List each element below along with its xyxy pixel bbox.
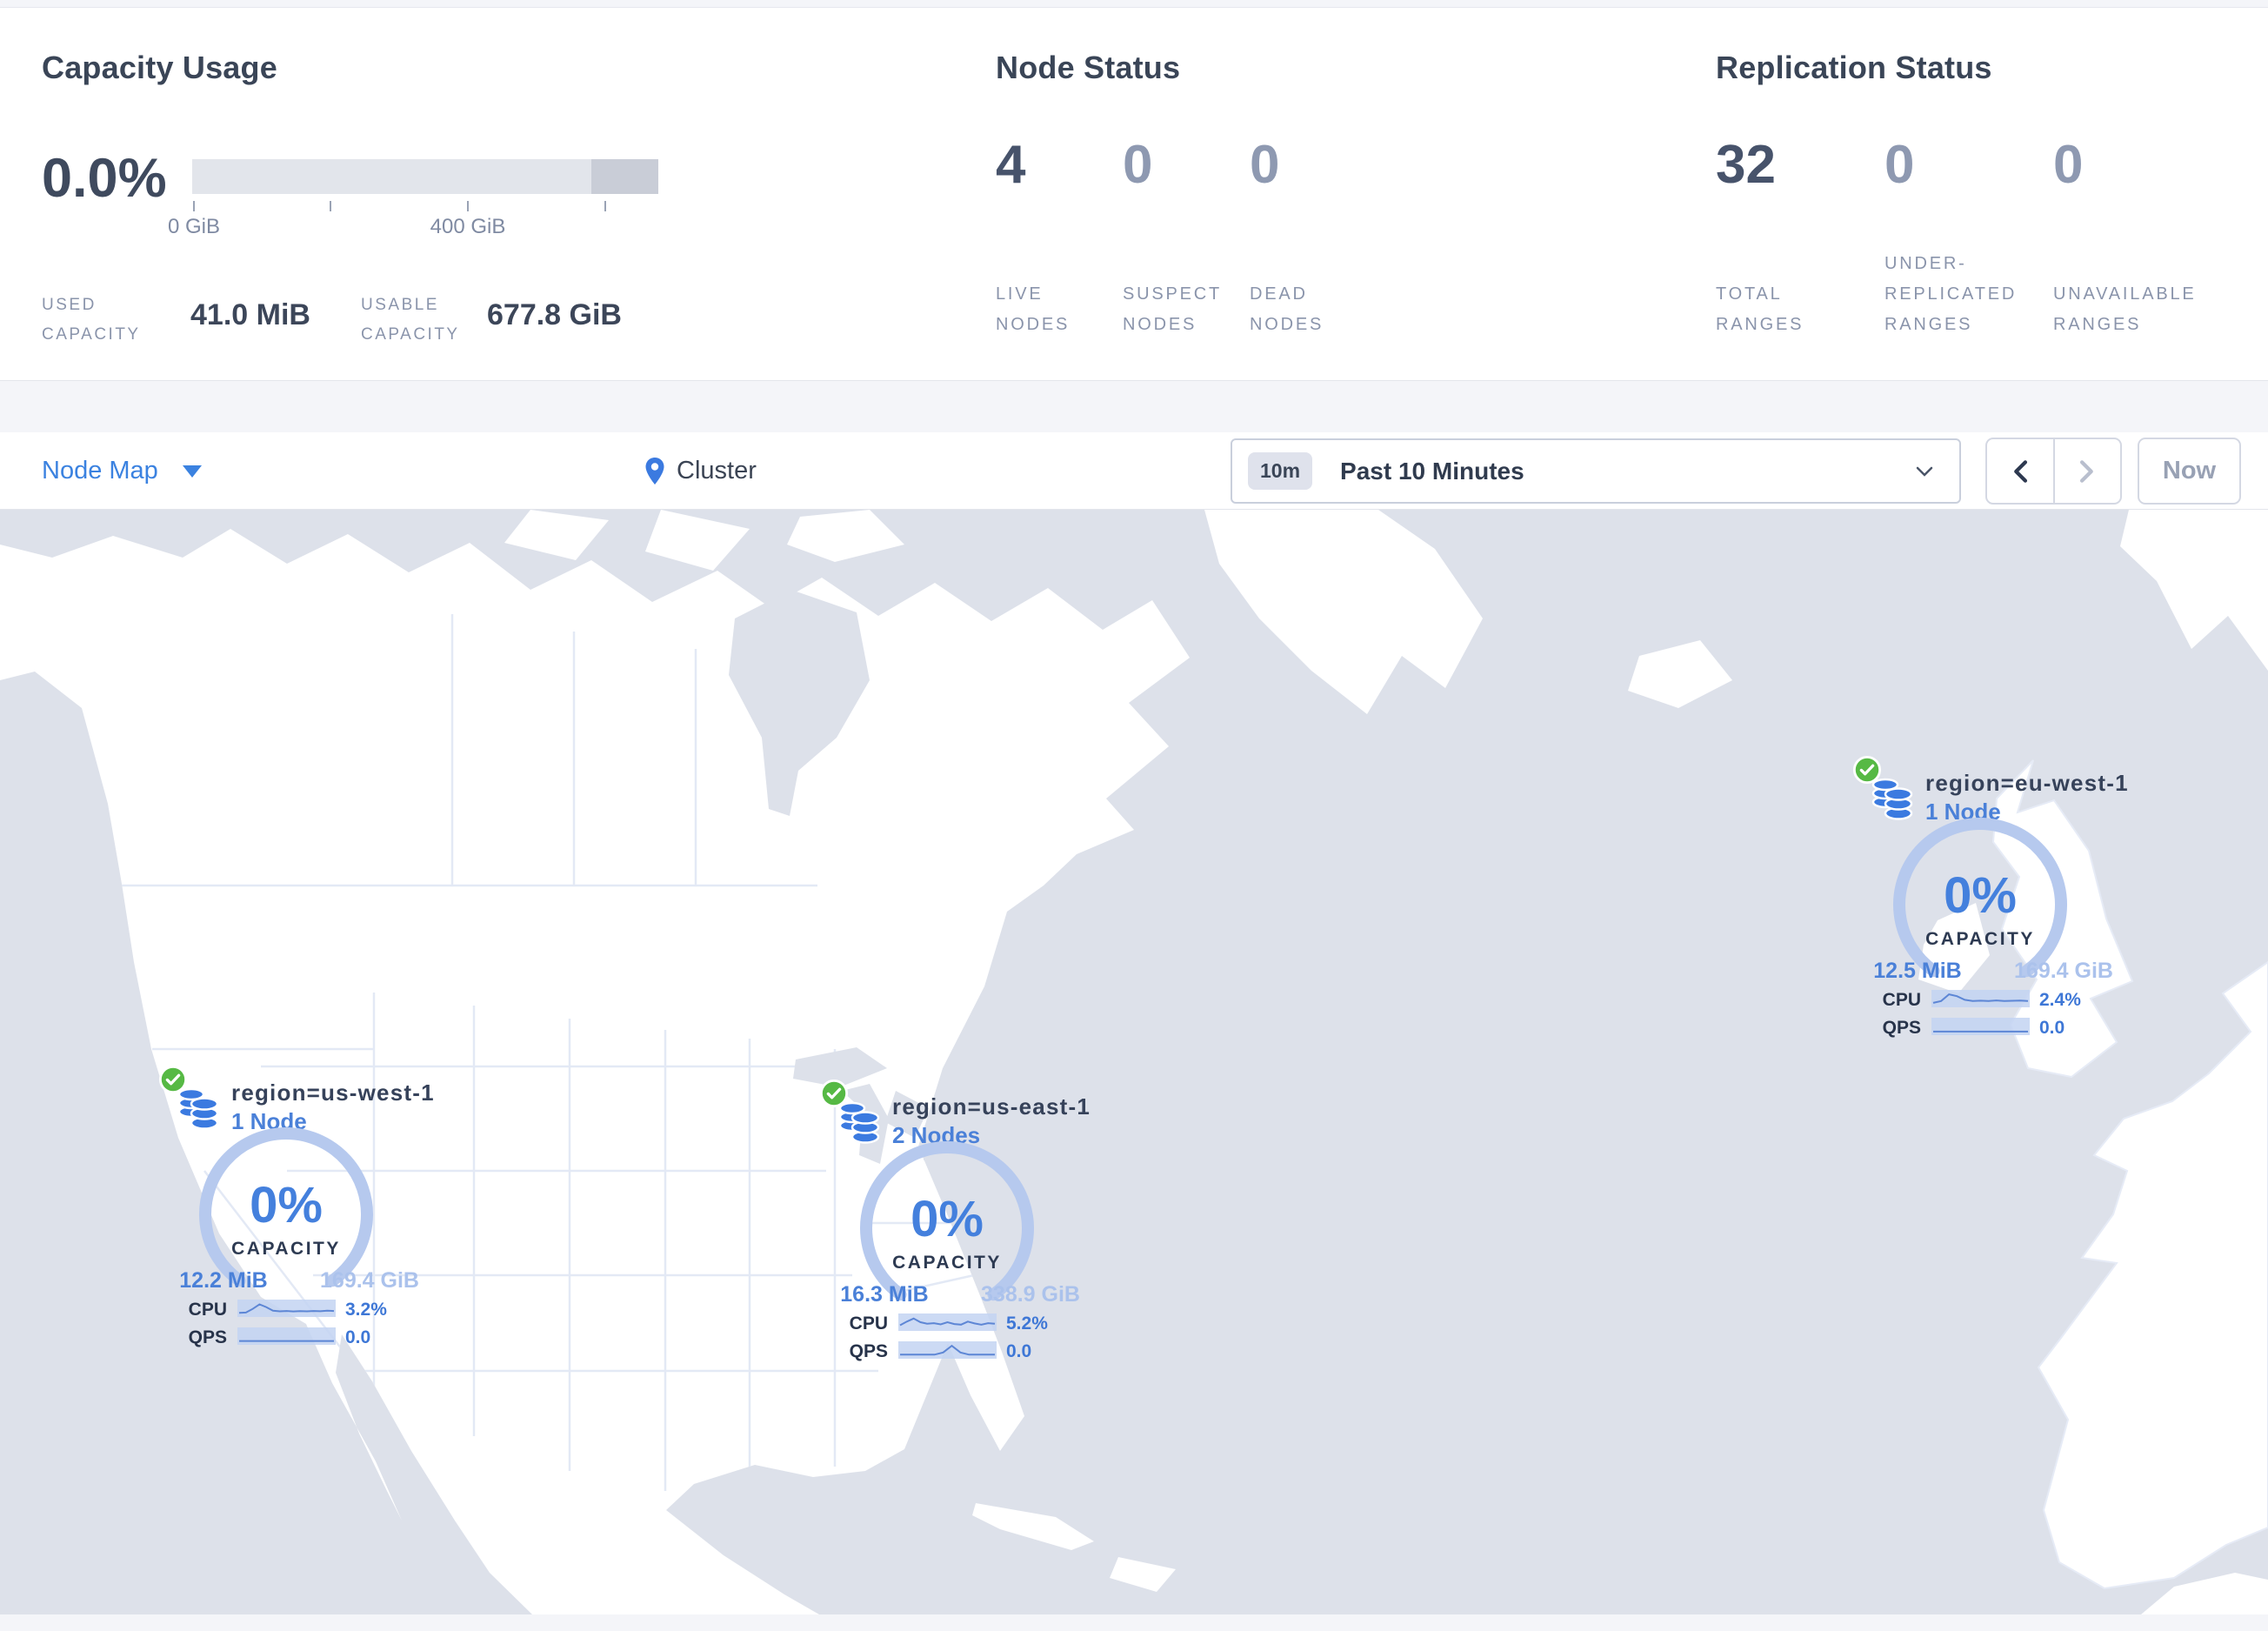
time-range-label: Past 10 Minutes (1340, 457, 1524, 485)
region-label: region=us-west-1 (231, 1080, 435, 1106)
breadcrumb[interactable]: Cluster (644, 432, 757, 510)
cpu-sparkline (1931, 990, 2030, 1007)
dead-nodes-stat: 0 DEAD NODES (1250, 135, 1324, 335)
region-marker[interactable]: region=eu-west-1 1 Node 0% CAPACITY 12.5… (1841, 748, 2137, 1038)
capacity-used-percent: 0.0% (42, 148, 167, 209)
time-range-dropdown[interactable]: 10m Past 10 Minutes (1231, 438, 1961, 504)
qps-label: QPS (1882, 1018, 1921, 1038)
chevron-right-icon (2080, 459, 2094, 483)
replication-status-title: Replication Status (1716, 50, 1992, 85)
qps-sparkline (237, 1327, 336, 1345)
capacity-usage-title: Capacity Usage (42, 50, 277, 85)
time-back-button[interactable] (1987, 439, 2053, 503)
node-status-title: Node Status (996, 50, 1181, 85)
capacity-axis-tick (193, 201, 195, 211)
cpu-value: 2.4% (2039, 990, 2081, 1010)
time-forward-button[interactable] (2052, 439, 2121, 503)
node-map[interactable]: region=us-west-1 1 Node 0% CAPACITY 12.2… (0, 510, 2268, 1614)
chevron-down-icon (182, 465, 202, 478)
cpu-value: 5.2% (1006, 1313, 1048, 1334)
capacity-bar-nonusable-segment (591, 159, 658, 194)
cpu-value: 3.2% (345, 1300, 387, 1320)
cluster-summary-panel: Capacity Usage 0.0% 0 GiB 400 GiB USED CA… (0, 7, 2268, 381)
map-pin-icon (645, 457, 664, 485)
used-capacity-value: 41.0 MiB (190, 298, 310, 331)
capacity-axis-label: 0 GiB (167, 215, 221, 238)
chevron-down-icon (1916, 466, 1933, 477)
cpu-sparkline (898, 1313, 997, 1331)
cpu-sparkline (237, 1300, 336, 1317)
capacity-axis-tick (604, 201, 606, 211)
region-label: region=us-east-1 (892, 1093, 1091, 1120)
region-marker[interactable]: region=us-west-1 1 Node 0% CAPACITY 12.2… (147, 1058, 443, 1347)
region-total-capacity: 169.4 GiB (2014, 959, 2113, 983)
usable-capacity-value: 677.8 GiB (487, 298, 622, 331)
region-capacity-percent: 0% (250, 1177, 323, 1233)
map-toolbar: Node Map Cluster 10m Past 10 Minutes Now (0, 432, 2268, 510)
capacity-axis-label: 400 GiB (430, 215, 506, 238)
region-capacity-label: CAPACITY (231, 1239, 341, 1259)
region-capacity-percent: 0% (1944, 867, 2017, 924)
qps-label: QPS (188, 1327, 227, 1347)
region-used-capacity: 12.2 MiB (179, 1268, 268, 1293)
usable-capacity-label: USABLE CAPACITY (361, 296, 460, 344)
chevron-left-icon (2013, 459, 2027, 483)
region-used-capacity: 16.3 MiB (840, 1282, 929, 1307)
qps-value: 0.0 (345, 1327, 371, 1347)
region-total-capacity: 338.9 GiB (981, 1282, 1080, 1307)
qps-sparkline (898, 1341, 997, 1359)
region-used-capacity: 12.5 MiB (1873, 959, 1962, 983)
capacity-axis-tick (330, 201, 331, 211)
qps-value: 0.0 (1006, 1341, 1032, 1361)
region-label: region=eu-west-1 (1925, 770, 2129, 796)
view-mode-dropdown[interactable]: Node Map (42, 432, 202, 510)
qps-sparkline (1931, 1018, 2030, 1035)
total-ranges-stat: 32 TOTAL RANGES (1716, 135, 1804, 335)
under-replicated-ranges-stat: 0 UNDER- REPLICATED RANGES (1884, 135, 2018, 335)
breadcrumb-cluster-label: Cluster (677, 457, 757, 485)
unavailable-ranges-stat: 0 UNAVAILABLE RANGES (2053, 135, 2197, 335)
view-mode-label: Node Map (42, 457, 158, 485)
page-footer-strip (0, 1614, 2268, 1631)
capacity-bar (192, 159, 658, 194)
capacity-axis-tick (467, 201, 469, 211)
now-button[interactable]: Now (2138, 438, 2241, 505)
cpu-label: CPU (188, 1300, 227, 1320)
used-capacity-label: USED CAPACITY (42, 296, 141, 344)
region-capacity-label: CAPACITY (1925, 929, 2035, 949)
region-capacity-percent: 0% (911, 1191, 984, 1247)
qps-value: 0.0 (2039, 1018, 2065, 1038)
region-total-capacity: 169.4 GiB (320, 1268, 419, 1293)
time-range-badge: 10m (1248, 452, 1313, 490)
time-range-stepper (1985, 438, 2122, 505)
cluster-overview-page: Capacity Usage 0.0% 0 GiB 400 GiB USED CA… (0, 0, 2268, 1631)
region-marker[interactable]: region=us-east-1 2 Nodes 0% CAPACITY 16.… (808, 1072, 1104, 1361)
cpu-label: CPU (849, 1313, 888, 1334)
qps-label: QPS (849, 1341, 888, 1361)
live-nodes-stat: 4 LIVE NODES (996, 135, 1071, 335)
region-capacity-label: CAPACITY (892, 1253, 1002, 1273)
suspect-nodes-stat: 0 SUSPECT NODES (1123, 135, 1223, 335)
cpu-label: CPU (1882, 990, 1921, 1010)
